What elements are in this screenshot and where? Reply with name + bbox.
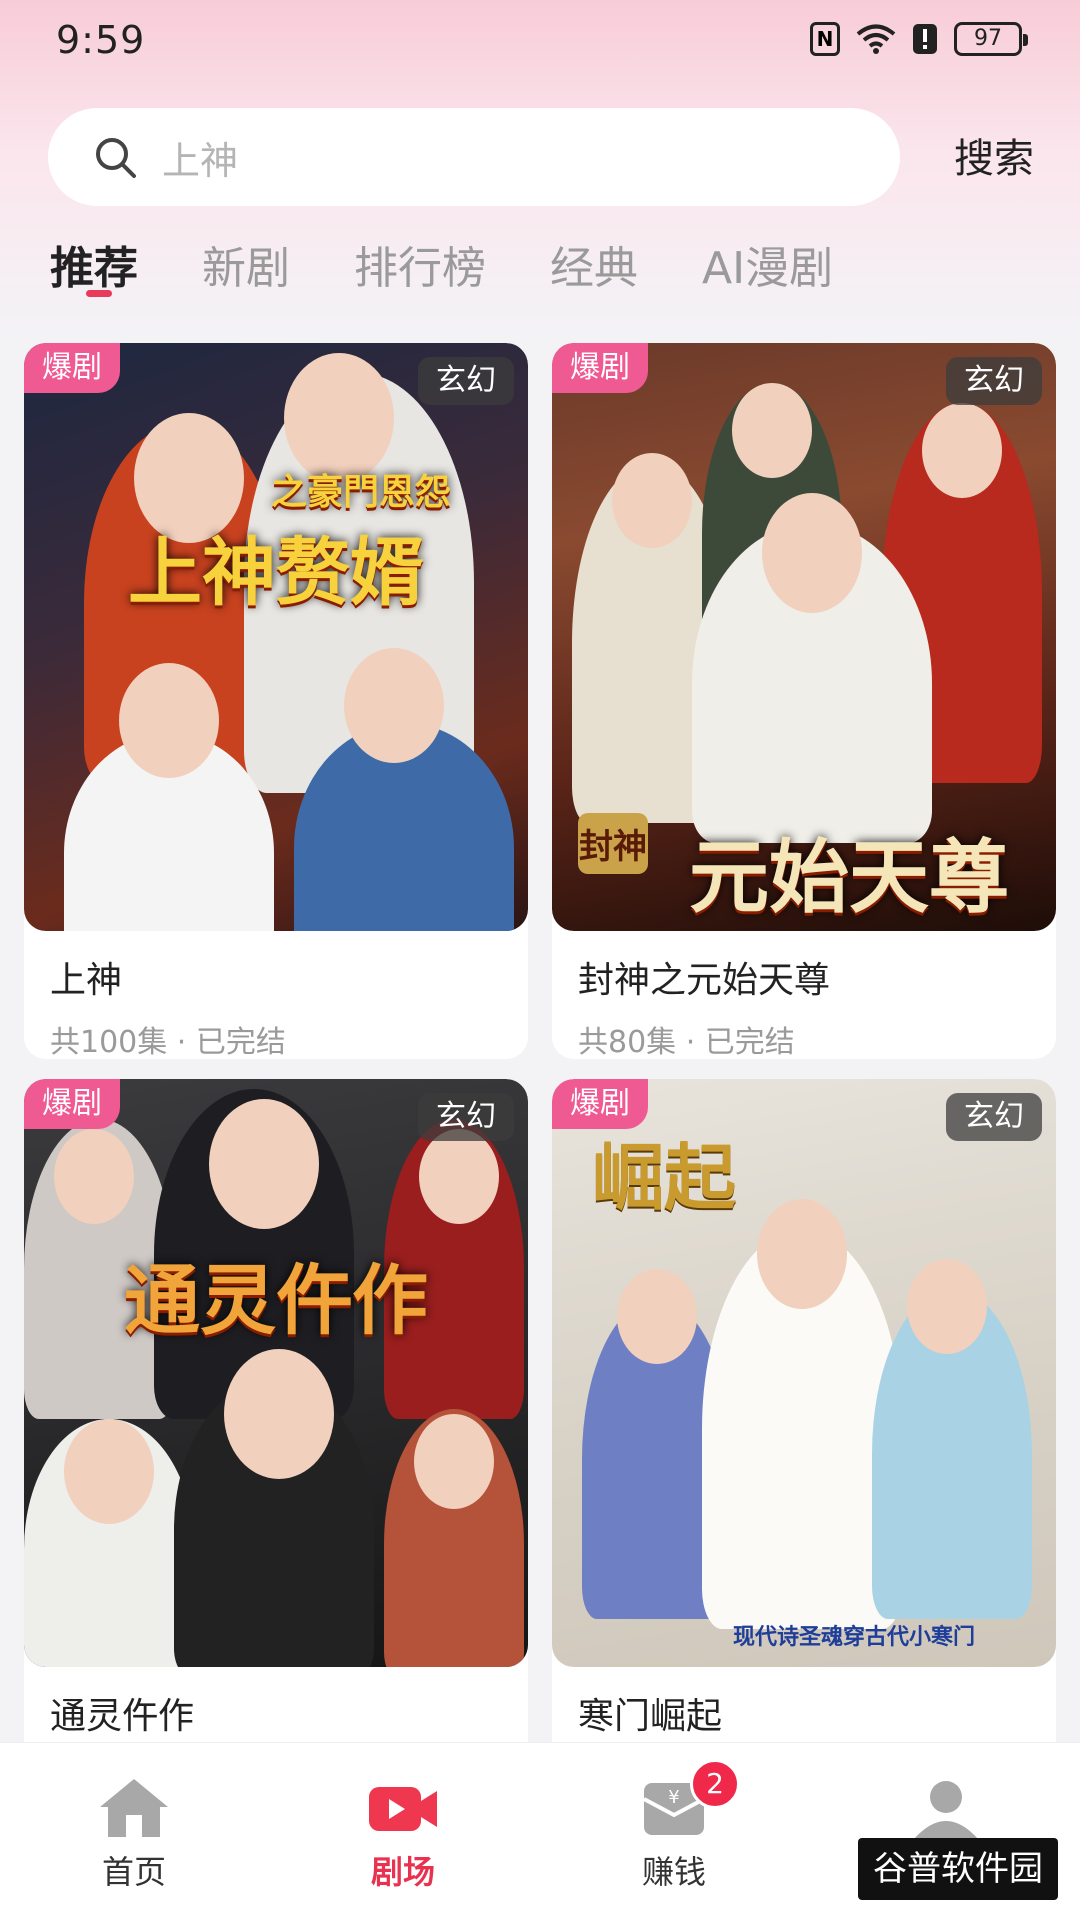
poster-face (119, 663, 219, 778)
tab-recommend[interactable]: 推荐 (50, 232, 138, 296)
poster-face (762, 493, 862, 613)
drama-card-2[interactable]: 封神 元始天尊 爆剧 玄幻 封神之元始天尊 共80集 · 已完结 (552, 343, 1056, 1059)
nav-label: 赚钱 (641, 1853, 706, 1891)
drama-episodes: 共80集 · 已完结 (578, 1025, 795, 1059)
nfc-icon: N (810, 22, 840, 56)
user-icon (914, 1781, 978, 1839)
poster-face (344, 648, 444, 763)
genre-badge: 玄幻 (418, 357, 514, 405)
nav-home[interactable]: 首页 (34, 1743, 234, 1893)
poster-face (54, 1129, 134, 1224)
drama-poster[interactable]: 之豪門恩怨 上神赘婿 爆剧 玄幻 (24, 343, 528, 931)
drama-poster[interactable]: 封神 元始天尊 爆剧 玄幻 (552, 343, 1056, 931)
status-bar: 9:59 N 97 (0, 0, 1080, 90)
drama-episodes: 共100集 · 已完结 (50, 1025, 286, 1059)
poster-face (64, 1419, 154, 1524)
drama-poster[interactable]: 通灵仵作 爆剧 玄幻 (24, 1079, 528, 1667)
poster-face (907, 1259, 987, 1354)
poster-face (612, 453, 692, 548)
drama-card-4[interactable]: 崛起 现代诗圣魂穿古代小寒门 爆剧 玄幻 寒门崛起 (552, 1079, 1056, 1799)
poster-subtitle: 之豪門恩怨 (270, 472, 451, 513)
poster-subtitle: 封神 (578, 813, 648, 874)
nav-earn[interactable]: ¥ 赚钱 2 (574, 1743, 774, 1893)
svg-text:¥: ¥ (668, 1787, 679, 1808)
tab-new[interactable]: 新剧 (202, 232, 290, 296)
drama-poster[interactable]: 崛起 现代诗圣魂穿古代小寒门 爆剧 玄幻 (552, 1079, 1056, 1667)
poster-face (922, 403, 1002, 498)
battery-icon: 97 (954, 22, 1028, 56)
drama-title: 封神之元始天尊 (578, 960, 831, 1001)
active-tab-indicator (86, 290, 112, 297)
watermark: 谷普软件园 (858, 1838, 1058, 1900)
poster-title: 上神赘婿 (128, 530, 424, 616)
search-button[interactable]: 搜索 (954, 126, 1034, 184)
search-placeholder: 上神 (162, 138, 239, 183)
drama-title: 上神 (50, 960, 123, 1001)
tab-ai-comic[interactable]: AI漫剧 (702, 232, 833, 296)
genre-badge: 玄幻 (946, 1093, 1042, 1141)
nav-label: 剧场 (370, 1853, 435, 1891)
notification-badge: 2 (690, 1759, 740, 1809)
nav-theater[interactable]: 剧场 (303, 1743, 503, 1893)
category-tabs: 推荐 新剧 排行榜 经典 AI漫剧 (50, 232, 897, 296)
drama-title: 通灵仵作 (50, 1696, 195, 1737)
poster-face (209, 1099, 319, 1229)
hot-badge: 爆剧 (552, 343, 648, 393)
hot-badge: 爆剧 (24, 1079, 120, 1129)
drama-title: 寒门崛起 (578, 1696, 723, 1737)
poster-face (224, 1349, 334, 1479)
poster-title: 元始天尊 (689, 831, 1009, 924)
poster-face (732, 383, 812, 478)
poster-face (414, 1414, 494, 1509)
nav-label: 首页 (101, 1853, 166, 1891)
search-icon (96, 138, 136, 178)
poster-title: 通灵仵作 (124, 1256, 428, 1345)
alert-icon (912, 23, 938, 55)
wifi-icon (856, 23, 896, 55)
poster-face (757, 1199, 847, 1309)
hot-badge: 爆剧 (552, 1079, 648, 1129)
tab-classic[interactable]: 经典 (550, 232, 638, 296)
search-input[interactable]: 上神 (48, 108, 900, 206)
genre-badge: 玄幻 (946, 357, 1042, 405)
tab-ranking[interactable]: 排行榜 (354, 232, 486, 296)
poster-subtitle: 现代诗圣魂穿古代小寒门 (732, 1625, 975, 1650)
genre-badge: 玄幻 (418, 1093, 514, 1141)
video-icon (369, 1787, 437, 1831)
hot-badge: 爆剧 (24, 343, 120, 393)
drama-card-1[interactable]: 之豪門恩怨 上神赘婿 爆剧 玄幻 上神 共100集 · 已完结 (24, 343, 528, 1059)
drama-card-3[interactable]: 通灵仵作 爆剧 玄幻 通灵仵作 (24, 1079, 528, 1799)
poster-face (617, 1269, 697, 1364)
home-icon (100, 1779, 168, 1837)
poster-title: 崛起 (592, 1136, 737, 1220)
status-time: 9:59 (56, 18, 146, 62)
poster-face (419, 1129, 499, 1224)
